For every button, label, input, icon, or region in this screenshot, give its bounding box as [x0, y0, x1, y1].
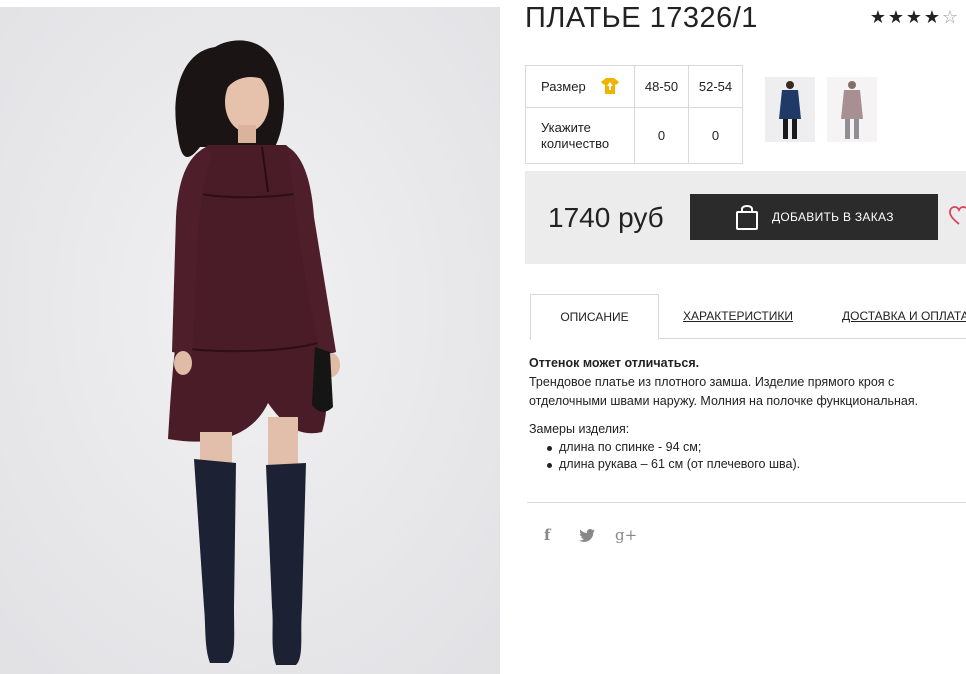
size-option-48-50[interactable]: 48-50 [634, 65, 689, 108]
quantity-input-48-50[interactable]: 0 [634, 107, 689, 164]
star-filled-icon[interactable]: ★ [905, 7, 923, 28]
add-to-order-label: ДОБАВИТЬ В ЗАКАЗ [772, 210, 894, 224]
buy-box: 1740 руб ДОБАВИТЬ В ЗАКАЗ [525, 171, 966, 264]
product-tabs: ОПИСАНИЕ ХАРАКТЕРИСТИКИ ДОСТАВКА И ОПЛАТ… [529, 294, 966, 340]
product-price: 1740 руб [548, 202, 664, 233]
product-main-image[interactable] [0, 7, 500, 674]
twitter-share-icon[interactable] [579, 529, 595, 542]
color-thumbnail-blue[interactable] [765, 77, 815, 142]
thumbnail-image [827, 77, 877, 142]
quantity-label-line2: количество [541, 135, 610, 151]
wishlist-heart-icon[interactable] [949, 206, 966, 226]
star-filled-icon[interactable]: ★ [869, 7, 887, 28]
size-table: Размер 48-50 52-54 Укажите количество 0 … [525, 65, 743, 164]
measurements-title: Замеры изделия: [529, 422, 630, 436]
star-filled-icon[interactable]: ★ [887, 7, 905, 28]
add-to-order-button[interactable]: ДОБАВИТЬ В ЗАКАЗ [690, 194, 938, 240]
model-illustration [0, 7, 500, 674]
description-line-1: Трендовое платье из плотного замша. Изде… [529, 375, 895, 389]
tab-characteristics[interactable]: ХАРАКТЕРИСТИКИ [683, 294, 793, 339]
thumbnail-image [765, 77, 815, 142]
divider [527, 502, 966, 503]
product-title: ПЛАТЬЕ 17326/1 [525, 2, 758, 34]
description-line-2: отделочными швами наружу. Молния на поло… [529, 394, 919, 408]
measurements-list: длина по спинке - 94 см; длина рукава – … [547, 439, 966, 473]
product-description: Оттенок может отличаться. Трендовое плат… [529, 354, 966, 473]
star-empty-icon[interactable]: ☆ [941, 7, 959, 28]
quantity-label-line1: Укажите [541, 119, 591, 135]
quantity-input-52-54[interactable]: 0 [688, 107, 743, 164]
tab-delivery-payment[interactable]: ДОСТАВКА И ОПЛАТА [842, 294, 966, 339]
google-plus-share-icon[interactable]: g+ [615, 526, 637, 544]
measurement-item: длина рукава – 61 см (от плечевого шва). [547, 456, 966, 473]
size-label-cell: Размер [525, 65, 635, 108]
tab-description[interactable]: ОПИСАНИЕ [530, 294, 659, 340]
shopping-bag-icon [736, 205, 758, 230]
color-thumbnail-beige[interactable] [827, 77, 877, 142]
color-disclaimer: Оттенок может отличаться. [529, 356, 700, 370]
product-rating[interactable]: ★ ★ ★ ★ ☆ [869, 7, 959, 28]
star-filled-icon[interactable]: ★ [923, 7, 941, 28]
quantity-label-cell: Укажите количество [525, 107, 635, 164]
size-label: Размер [541, 79, 586, 94]
facebook-share-icon[interactable]: f [544, 526, 550, 544]
size-chart-icon[interactable] [601, 78, 620, 94]
measurement-item: длина по спинке - 94 см; [547, 439, 966, 456]
size-option-52-54[interactable]: 52-54 [688, 65, 743, 108]
